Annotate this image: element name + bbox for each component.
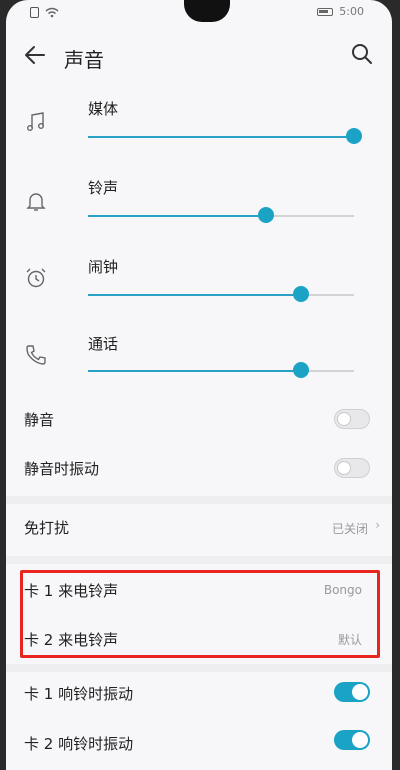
- mute-label: 静音: [24, 411, 55, 429]
- wifi-icon: [45, 7, 59, 18]
- bell-icon: [26, 193, 46, 211]
- dnd-label: 免打扰: [24, 519, 70, 537]
- slider-fill: [88, 215, 267, 217]
- phone-icon: [26, 345, 46, 365]
- volume-label: 铃声: [88, 179, 119, 197]
- vibrate-on-mute-row[interactable]: 静音时振动: [6, 450, 392, 488]
- back-arrow-icon[interactable]: [22, 42, 48, 68]
- search-icon[interactable]: [350, 42, 374, 66]
- slider-fill: [88, 294, 301, 296]
- app-bar: 声音: [6, 28, 392, 80]
- battery-icon: [317, 7, 334, 16]
- sim2-vibrate-row[interactable]: 卡 2 响铃时振动: [6, 728, 392, 768]
- slider-fill: [88, 136, 354, 138]
- volume-media: 媒体: [6, 96, 392, 170]
- section-divider: [6, 496, 392, 504]
- call-volume-slider[interactable]: [88, 362, 354, 378]
- slider-thumb[interactable]: [292, 286, 309, 302]
- sim-icon: [30, 7, 39, 18]
- ringtone-volume-slider[interactable]: [88, 207, 354, 223]
- status-time: 5:00: [339, 5, 364, 18]
- sim1-vibrate-label: 卡 1 响铃时振动: [24, 685, 134, 703]
- music-note-icon: [27, 112, 44, 131]
- alarm-volume-slider[interactable]: [88, 286, 354, 302]
- slider-thumb[interactable]: [346, 128, 362, 144]
- volume-label: 通话: [88, 335, 119, 353]
- highlight-box: [20, 570, 380, 658]
- vibrate-on-mute-label: 静音时振动: [24, 460, 100, 478]
- volume-alarm: 闹钟: [6, 254, 392, 328]
- mute-row[interactable]: 静音: [6, 400, 392, 438]
- section-divider: [6, 556, 392, 564]
- sim2-vibrate-label: 卡 2 响铃时振动: [24, 735, 134, 753]
- slider-fill: [88, 370, 301, 372]
- sim2-vibrate-toggle[interactable]: [334, 730, 370, 750]
- status-bar: 5:00: [6, 0, 392, 26]
- phone-screen: 5:00 声音 媒体 铃声 闹钟 通话 静音 静音时振动 免打扰 已关闭 › 卡…: [6, 0, 392, 770]
- vibrate-on-mute-toggle[interactable]: [334, 458, 370, 478]
- section-divider: [6, 664, 392, 672]
- dnd-row[interactable]: 免打扰 已关闭 ›: [6, 506, 392, 548]
- sim1-vibrate-toggle[interactable]: [334, 682, 370, 702]
- volume-ringtone: 铃声: [6, 175, 392, 249]
- volume-call: 通话: [6, 333, 392, 407]
- mute-toggle[interactable]: [334, 409, 370, 429]
- media-volume-slider[interactable]: [88, 128, 362, 144]
- alarm-clock-icon: [26, 268, 46, 288]
- slider-thumb[interactable]: [258, 207, 275, 223]
- dnd-value: 已关闭: [331, 522, 368, 536]
- chevron-right-icon: ›: [375, 518, 380, 532]
- volume-label: 闹钟: [88, 258, 119, 276]
- slider-thumb[interactable]: [292, 362, 309, 378]
- volume-label: 媒体: [88, 100, 119, 118]
- page-title: 声音: [64, 48, 104, 72]
- sim1-vibrate-row[interactable]: 卡 1 响铃时振动: [6, 676, 392, 716]
